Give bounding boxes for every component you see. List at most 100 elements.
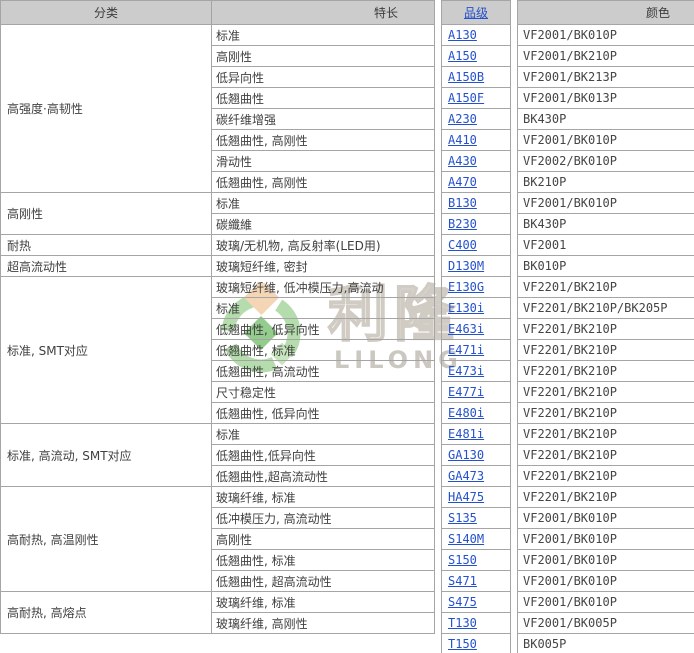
feature-cell: 低翘曲性, 标准	[212, 340, 435, 361]
table-row: GA130	[442, 445, 511, 466]
grade-cell: A150F	[442, 88, 511, 109]
grade-link-B130[interactable]: B130	[448, 196, 477, 210]
grade-link-S135[interactable]: S135	[448, 511, 477, 525]
table-row: VF2201/BK210PV-0	[518, 487, 694, 508]
grade-link-S150[interactable]: S150	[448, 553, 477, 567]
table-row: BK210PV-0	[518, 172, 694, 193]
grade-cell: A470	[442, 172, 511, 193]
table-row: A150F	[442, 88, 511, 109]
category-cell: 超高流动性	[1, 256, 212, 277]
grade-link-D130M[interactable]: D130M	[448, 259, 484, 273]
grade-link-E130i[interactable]: E130i	[448, 301, 484, 315]
table-row: BK005PV-0	[518, 634, 694, 653]
table-row: E130G	[442, 277, 511, 298]
table-row: 耐热玻璃/无机物, 高反射率(LED用)	[1, 235, 435, 256]
grade-link-C400[interactable]: C400	[448, 238, 477, 252]
table-row: S135	[442, 508, 511, 529]
grade-link-HA475[interactable]: HA475	[448, 490, 484, 504]
grade-link-T130[interactable]: T130	[448, 616, 477, 630]
color-cell: VF2001/BK010P	[518, 592, 694, 613]
grade-link-A130[interactable]: A130	[448, 28, 477, 42]
category-cell: 标准, 高流动, SMT对应	[1, 424, 212, 487]
color-cell: VF2001/BK010P	[518, 193, 694, 214]
grade-link-T150[interactable]: T150	[448, 637, 477, 651]
category-cell: 高耐热, 高熔点	[1, 592, 212, 634]
table-row: HA475	[442, 487, 511, 508]
feature-cell: 高刚性	[212, 46, 435, 67]
grade-link-E473i[interactable]: E473i	[448, 364, 484, 378]
grade-link-E481i[interactable]: E481i	[448, 427, 484, 441]
color-cell: VF2001/BK010P	[518, 550, 694, 571]
color-cell: VF2201/BK210P	[518, 361, 694, 382]
feature-cell: 低翘曲性, 高刚性	[212, 130, 435, 151]
grade-cell: E481i	[442, 424, 511, 445]
color-cell: VF2201/BK210P	[518, 319, 694, 340]
table-row: BK430PV-0	[518, 109, 694, 130]
grade-cell: S475	[442, 592, 511, 613]
table-row: VF2201/BK210PV-0	[518, 466, 694, 487]
grade-link-A150B[interactable]: A150B	[448, 70, 484, 84]
table-row: VF2001/BK010PV-0	[518, 25, 694, 46]
grade-link-A150F[interactable]: A150F	[448, 91, 484, 105]
table-row: S471	[442, 571, 511, 592]
grade-link-E463i[interactable]: E463i	[448, 322, 484, 336]
table-row: 高耐热, 高熔点玻璃纤维, 标准	[1, 592, 435, 613]
table-row: T130	[442, 613, 511, 634]
table-row: VF2001/BK010PV-0	[518, 571, 694, 592]
table-row: 标准, 高流动, SMT对应标准	[1, 424, 435, 445]
grade-link-A430[interactable]: A430	[448, 154, 477, 168]
table-row: C400	[442, 235, 511, 256]
grade-link-E480i[interactable]: E480i	[448, 406, 484, 420]
grade-cell: E130i	[442, 298, 511, 319]
grade-link-E477i[interactable]: E477i	[448, 385, 484, 399]
table-row: 高刚性标准	[1, 193, 435, 214]
table-row: A130	[442, 25, 511, 46]
table-row: A430	[442, 151, 511, 172]
table-row: VF2001/BK010PV-0	[518, 508, 694, 529]
category-cell: 标准, SMT对应	[1, 277, 212, 424]
color-cell: VF2201/BK210P	[518, 403, 694, 424]
color-cell: VF2001/BK010P	[518, 130, 694, 151]
grade-cell: GA473	[442, 466, 511, 487]
color-cell: VF2001/BK210P	[518, 46, 694, 67]
color-cell: BK010P	[518, 256, 694, 277]
grade-link-A470[interactable]: A470	[448, 175, 477, 189]
materials-grade-table-page: 利隆 LILONG 分类 特长 高强度·高韧性标准高刚性低异向性低翘曲性碳纤维增…	[0, 0, 694, 653]
grade-link-S471[interactable]: S471	[448, 574, 477, 588]
grade-link-S475[interactable]: S475	[448, 595, 477, 609]
color-column-header: 颜色	[518, 1, 694, 25]
color-cell: VF2001/BK010P	[518, 529, 694, 550]
grade-cell: E463i	[442, 319, 511, 340]
table-row: B230	[442, 214, 511, 235]
feature-cell: 标准	[212, 298, 435, 319]
color-cell: VF2001/BK010P	[518, 25, 694, 46]
grade-link-GA473[interactable]: GA473	[448, 469, 484, 483]
table-row: B130	[442, 193, 511, 214]
table-row: VF2201/BK210P/BK205PV-0	[518, 298, 694, 319]
table-row: BK430PV-0	[518, 214, 694, 235]
table-row: S150	[442, 550, 511, 571]
grade-link-A230[interactable]: A230	[448, 112, 477, 126]
grade-link-A150[interactable]: A150	[448, 49, 477, 63]
table-row: D130M	[442, 256, 511, 277]
feature-cell: 尺寸稳定性	[212, 382, 435, 403]
grade-link-E130G[interactable]: E130G	[448, 280, 484, 294]
grade-link-A410[interactable]: A410	[448, 133, 477, 147]
grade-column-header-link[interactable]: 品级	[464, 6, 488, 20]
table-row: VF2001/BK013PV-0	[518, 88, 694, 109]
grade-link-B230[interactable]: B230	[448, 217, 477, 231]
table-row: E480i	[442, 403, 511, 424]
feature-cell: 滑动性	[212, 151, 435, 172]
grade-link-S140M[interactable]: S140M	[448, 532, 484, 546]
category-column-header: 分类	[1, 1, 212, 25]
grade-cell: E477i	[442, 382, 511, 403]
grade-link-GA130[interactable]: GA130	[448, 448, 484, 462]
color-cell: VF2201/BK210P	[518, 445, 694, 466]
grade-cell: B130	[442, 193, 511, 214]
table-row: A410	[442, 130, 511, 151]
feature-cell: 低翘曲性,低异向性	[212, 445, 435, 466]
feature-cell: 低翘曲性, 低异向性	[212, 403, 435, 424]
header-row: 颜色 UL 94	[518, 1, 694, 25]
grade-link-E471i[interactable]: E471i	[448, 343, 484, 357]
feature-cell: 低翘曲性, 高流动性	[212, 361, 435, 382]
